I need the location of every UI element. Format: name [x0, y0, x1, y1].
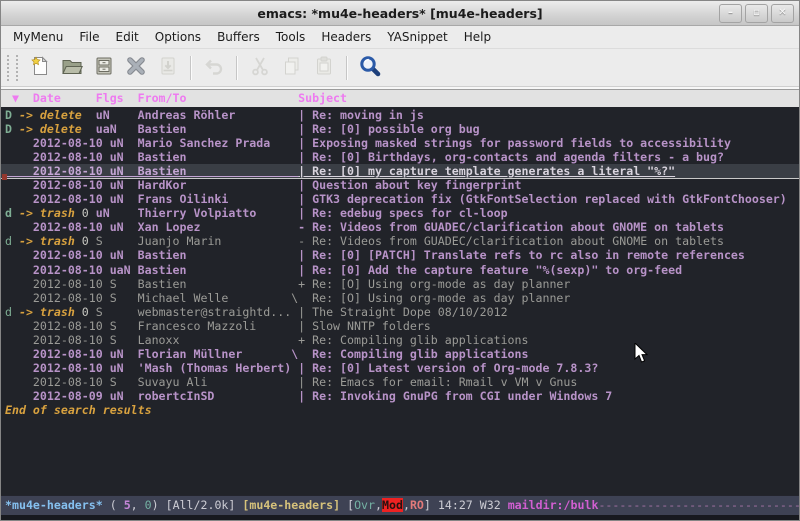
save-icon [92, 54, 116, 82]
window-titlebar[interactable]: emacs: *mu4e-headers* [mu4e-headers] – ▫… [1, 1, 799, 26]
toolbar-grip-handle[interactable] [7, 55, 18, 81]
toolbar-separator [346, 56, 348, 80]
message-row[interactable]: 2012-08-10 uN Florian Müllner \ Re: Comp… [5, 347, 799, 361]
save-as-icon [156, 54, 180, 82]
message-row[interactable]: 2012-08-10 uaN Bastien | Re: [0] Add the… [5, 263, 799, 277]
message-row[interactable]: 2012-08-10 uN Bastien | Re: [0] my captu… [1, 164, 799, 178]
message-row[interactable]: 2012-08-10 uN HardKor | Question about k… [5, 178, 799, 192]
paste-clipboard-icon [312, 54, 336, 82]
copy-button[interactable] [280, 56, 304, 80]
echo-area [1, 515, 799, 521]
message-row[interactable]: 2012-08-10 uN Bastien | Re: [0] [PATCH] … [5, 248, 799, 262]
toolbar [1, 49, 799, 87]
headers-column-header[interactable]: ▼ Date Flgs From/To Subject [1, 90, 799, 107]
menu-item-options[interactable]: Options [147, 27, 209, 47]
save-buffer-button[interactable] [92, 56, 116, 80]
menu-item-headers[interactable]: Headers [313, 27, 379, 47]
cut-button[interactable] [248, 56, 272, 80]
open-folder-icon [60, 54, 84, 82]
message-row[interactable]: D -> delete uN Andreas Röhler | Re: movi… [5, 108, 799, 122]
end-of-search-results: End of search results [5, 403, 799, 417]
menubar: MyMenuFileEditOptionsBuffersToolsHeaders… [1, 26, 799, 49]
emacs-window: emacs: *mu4e-headers* [mu4e-headers] – ▫… [0, 0, 800, 521]
window-controls: – ▫ ✕ [719, 4, 794, 23]
copy-icon [280, 54, 304, 82]
paste-button[interactable] [312, 56, 336, 80]
menu-item-edit[interactable]: Edit [108, 27, 147, 47]
toolbar-separator [190, 56, 192, 80]
message-row[interactable]: d -> trash 0 uN Thierry Volpiatto | Re: … [5, 206, 799, 220]
menu-item-tools[interactable]: Tools [268, 27, 314, 47]
search-magnifier-icon [358, 54, 382, 82]
message-row[interactable]: 2012-08-10 S Michael Welle \ Re: [O] Usi… [5, 291, 799, 305]
message-row[interactable]: d -> trash 0 S webmaster@straightd... | … [5, 305, 799, 319]
menu-item-yasnippet[interactable]: YASnippet [379, 27, 456, 47]
toolbar-separator [236, 56, 238, 80]
mouse-cursor [634, 343, 651, 365]
mu4e-headers-buffer[interactable]: D -> delete uN Andreas Röhler | Re: movi… [1, 107, 799, 495]
message-row[interactable]: D -> delete uaN Bastien | Re: [0] possib… [5, 122, 799, 136]
message-row[interactable]: 2012-08-09 uN robertcInSD | Re: Invoking… [5, 389, 799, 403]
message-row[interactable]: 2012-08-10 uN 'Mash (Thomas Herbert) | R… [5, 361, 799, 375]
new-file-icon [28, 54, 52, 82]
message-row[interactable]: 2012-08-10 uN Frans Oilinki | GTK3 depre… [5, 192, 799, 206]
minimize-button[interactable]: – [719, 4, 742, 23]
save-as-button[interactable] [156, 56, 180, 80]
undo-button[interactable] [202, 56, 226, 80]
menu-item-mymenu[interactable]: MyMenu [5, 27, 71, 47]
undo-icon [202, 54, 226, 82]
message-row[interactable]: 2012-08-10 uN Mario Sanchez Prada | Expo… [5, 136, 799, 150]
new-file-button[interactable] [28, 56, 52, 80]
menu-item-help[interactable]: Help [456, 27, 499, 47]
message-row[interactable]: 2012-08-10 S Suvayu Ali | Re: Emacs for … [5, 375, 799, 389]
cut-scissors-icon [248, 54, 272, 82]
message-row[interactable]: 2012-08-10 S Bastien + Re: [O] Using org… [5, 277, 799, 291]
menu-item-file[interactable]: File [71, 27, 107, 47]
window-title: emacs: *mu4e-headers* [mu4e-headers] [1, 6, 799, 21]
close-x-icon [124, 54, 148, 82]
message-row[interactable]: d -> trash 0 S Juanjo Marin - Re: Videos… [5, 234, 799, 248]
fringe-marker [2, 174, 7, 180]
close-button[interactable]: ✕ [771, 4, 794, 23]
message-row[interactable]: 2012-08-10 uN Bastien | Re: [0] Birthday… [5, 150, 799, 164]
mode-line[interactable]: *mu4e-headers* ( 5, 0) [All/2.0k] [mu4e-… [1, 495, 799, 515]
message-row[interactable]: 2012-08-10 S Francesco Mazzoli | Slow NN… [5, 319, 799, 333]
close-buffer-button[interactable] [124, 56, 148, 80]
message-row[interactable]: 2012-08-10 S Lanoxx + Re: Compiling glib… [5, 333, 799, 347]
menu-item-buffers[interactable]: Buffers [209, 27, 268, 47]
open-file-button[interactable] [60, 56, 84, 80]
search-button[interactable] [358, 56, 382, 80]
message-row[interactable]: 2012-08-10 uN Xan Lopez - Re: Videos fro… [5, 220, 799, 234]
maximize-button[interactable]: ▫ [745, 4, 768, 23]
